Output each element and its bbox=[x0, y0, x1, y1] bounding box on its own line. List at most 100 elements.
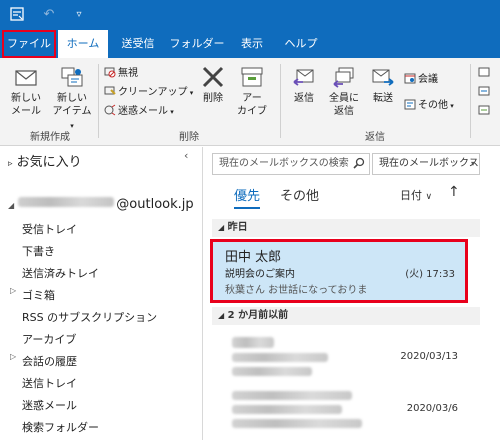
redacted-sender bbox=[232, 391, 352, 400]
tab-view[interactable]: 表示 bbox=[232, 30, 272, 58]
expand-icon: ▹ bbox=[8, 159, 13, 169]
reply-all-button[interactable]: 全員に 返信 bbox=[324, 64, 364, 118]
junk-icon bbox=[104, 104, 116, 116]
meeting-button[interactable]: 会議 bbox=[404, 72, 438, 87]
collapse-icon: ◢ bbox=[8, 201, 15, 210]
mail-item[interactable]: 2020/03/13 bbox=[210, 329, 468, 381]
account-label: @outlook.jp bbox=[116, 197, 194, 212]
forward-label: 転送 bbox=[373, 93, 393, 104]
more-respond-icon bbox=[404, 99, 416, 110]
mail-list-pane: 現在のメールボックスの検索 現在のメールボックス ▾ 優先 その他 日付 ∨ ↑… bbox=[204, 147, 500, 440]
delete-button[interactable]: 削除 bbox=[196, 64, 230, 105]
expand-icon[interactable]: ▷ bbox=[10, 352, 16, 361]
tab-other[interactable]: その他 bbox=[280, 185, 319, 204]
forward-button[interactable]: 転送 bbox=[366, 64, 400, 105]
reply-label: 返信 bbox=[294, 93, 314, 104]
junk-button[interactable]: 迷惑メール ▾ bbox=[104, 104, 174, 119]
folder-item-rss[interactable]: RSS のサブスクリプション bbox=[22, 309, 157, 325]
group-header-yesterday[interactable]: ◢ 昨日 bbox=[212, 219, 480, 237]
quick-steps-icon[interactable] bbox=[478, 66, 492, 81]
more-respond-button[interactable]: その他 ▾ bbox=[404, 98, 454, 113]
junk-dropdown-icon: ▾ bbox=[168, 108, 174, 116]
mail-preview: 秋葉さん お世話になっておりま bbox=[225, 285, 368, 296]
favorites-header[interactable]: ▹ お気に入り bbox=[8, 151, 82, 170]
collapse-pane-icon[interactable]: ‹ bbox=[184, 149, 188, 162]
new-mail-label: 新しい メール bbox=[11, 93, 41, 117]
folder-item-inbox[interactable]: 受信トレイ bbox=[22, 221, 77, 237]
meeting-icon bbox=[404, 73, 416, 84]
sort-order-icon[interactable]: ↑ bbox=[448, 184, 460, 200]
collapse-icon: ◢ bbox=[218, 311, 225, 320]
reply-button[interactable]: 返信 bbox=[286, 64, 322, 105]
redacted-sender bbox=[232, 337, 274, 348]
ribbon: 新しい メール 新しい アイテム ▾ 新規作成 無視 クリーンアップ ▾ 迷惑メ… bbox=[0, 58, 500, 146]
new-items-icon bbox=[61, 67, 83, 87]
more-dropdown-icon: ▾ bbox=[448, 102, 454, 110]
redacted-preview bbox=[232, 367, 312, 376]
forward-icon bbox=[372, 69, 394, 86]
group-yesterday-label: 昨日 bbox=[227, 222, 248, 233]
mail-sender: 田中 太郎 bbox=[225, 250, 282, 265]
mail-date: (火) 17:33 bbox=[405, 269, 455, 280]
search-icon[interactable] bbox=[353, 157, 365, 169]
tab-home[interactable]: ホーム bbox=[58, 30, 108, 58]
tab-file[interactable]: ファイル bbox=[2, 30, 56, 58]
mail-subject: 説明会のご案内 bbox=[225, 269, 295, 280]
archive-icon bbox=[241, 67, 263, 87]
tab-focused[interactable]: 優先 bbox=[234, 185, 261, 209]
archive-button[interactable]: アー カイブ bbox=[234, 64, 270, 118]
ribbon-tabs: ファイル ホーム 送受信 フォルダー 表示 ヘルプ bbox=[0, 30, 500, 58]
ignore-button[interactable]: 無視 bbox=[104, 66, 138, 81]
cleanup-button[interactable]: クリーンアップ ▾ bbox=[104, 85, 193, 100]
folder-item-junk[interactable]: 迷惑メール bbox=[22, 397, 77, 413]
customize-qat-icon[interactable]: ▿ bbox=[70, 6, 88, 24]
tab-help[interactable]: ヘルプ bbox=[278, 30, 324, 58]
mail-item-selected[interactable]: 田中 太郎 説明会のご案内 (火) 17:33 秋葉さん お世話になっておりま bbox=[210, 239, 468, 303]
folder-item-sent[interactable]: 送信済みトレイ bbox=[22, 265, 99, 281]
new-mail-button[interactable]: 新しい メール bbox=[6, 64, 46, 118]
account-header[interactable]: ◢ @outlook.jp bbox=[8, 197, 194, 212]
ribbon-separator bbox=[98, 64, 99, 138]
search-scope-label: 現在のメールボックス bbox=[379, 158, 479, 169]
quick-steps-icon[interactable] bbox=[478, 85, 492, 100]
ribbon-separator bbox=[470, 64, 471, 138]
folder-item-conversation-history[interactable]: 会話の履歴 bbox=[22, 353, 77, 369]
reply-all-label: 全員に 返信 bbox=[329, 93, 359, 117]
folder-pane: ▹ お気に入り ‹ ◢ @outlook.jp 受信トレイ 下書き 送信済みトレ… bbox=[0, 147, 203, 440]
ribbon-separator bbox=[280, 64, 281, 138]
quick-steps-icon[interactable] bbox=[478, 104, 492, 119]
expand-icon[interactable]: ▷ bbox=[10, 286, 16, 295]
tab-folder[interactable]: フォルダー bbox=[168, 30, 226, 58]
chevron-down-icon: ▾ bbox=[470, 159, 475, 168]
chevron-down-icon: ∨ bbox=[425, 192, 433, 202]
respond-group-label: 返信 bbox=[365, 132, 385, 143]
new-items-label: 新しい アイテム bbox=[52, 93, 92, 117]
new-items-button[interactable]: 新しい アイテム ▾ bbox=[50, 64, 94, 133]
sort-by-date-button[interactable]: 日付 ∨ bbox=[400, 187, 432, 203]
undo-icon[interactable]: ↶ bbox=[40, 6, 58, 24]
folder-item-outbox[interactable]: 送信トレイ bbox=[22, 375, 77, 391]
reply-all-icon bbox=[333, 67, 354, 88]
cleanup-icon bbox=[104, 86, 116, 95]
ignore-icon bbox=[104, 67, 116, 78]
mail-item[interactable]: 2020/03/6 bbox=[210, 385, 468, 437]
folder-item-archive[interactable]: アーカイブ bbox=[22, 331, 76, 347]
folder-item-trash[interactable]: ゴミ箱 bbox=[22, 287, 55, 303]
redacted-subject bbox=[232, 353, 328, 362]
redacted-subject bbox=[232, 405, 342, 414]
group-header-older[interactable]: ◢ 2 か月前以前 bbox=[212, 307, 480, 325]
send-receive-all-icon[interactable] bbox=[8, 6, 26, 24]
group-older-label: 2 か月前以前 bbox=[227, 310, 289, 321]
search-scope-dropdown[interactable]: 現在のメールボックス ▾ bbox=[372, 153, 480, 175]
cleanup-dropdown-icon: ▾ bbox=[187, 89, 194, 97]
search-input[interactable]: 現在のメールボックスの検索 bbox=[212, 153, 370, 175]
archive-label: アー カイブ bbox=[237, 93, 267, 117]
folder-item-drafts[interactable]: 下書き bbox=[22, 243, 55, 259]
sort-label: 日付 bbox=[400, 189, 422, 202]
new-group-label: 新規作成 bbox=[30, 132, 70, 143]
folder-item-search-folders[interactable]: 検索フォルダー bbox=[22, 419, 99, 435]
junk-label: 迷惑メール bbox=[118, 106, 168, 117]
favorites-label: お気に入り bbox=[16, 155, 82, 170]
ignore-label: 無視 bbox=[118, 68, 138, 79]
tab-send-receive[interactable]: 送受信 bbox=[112, 30, 164, 58]
